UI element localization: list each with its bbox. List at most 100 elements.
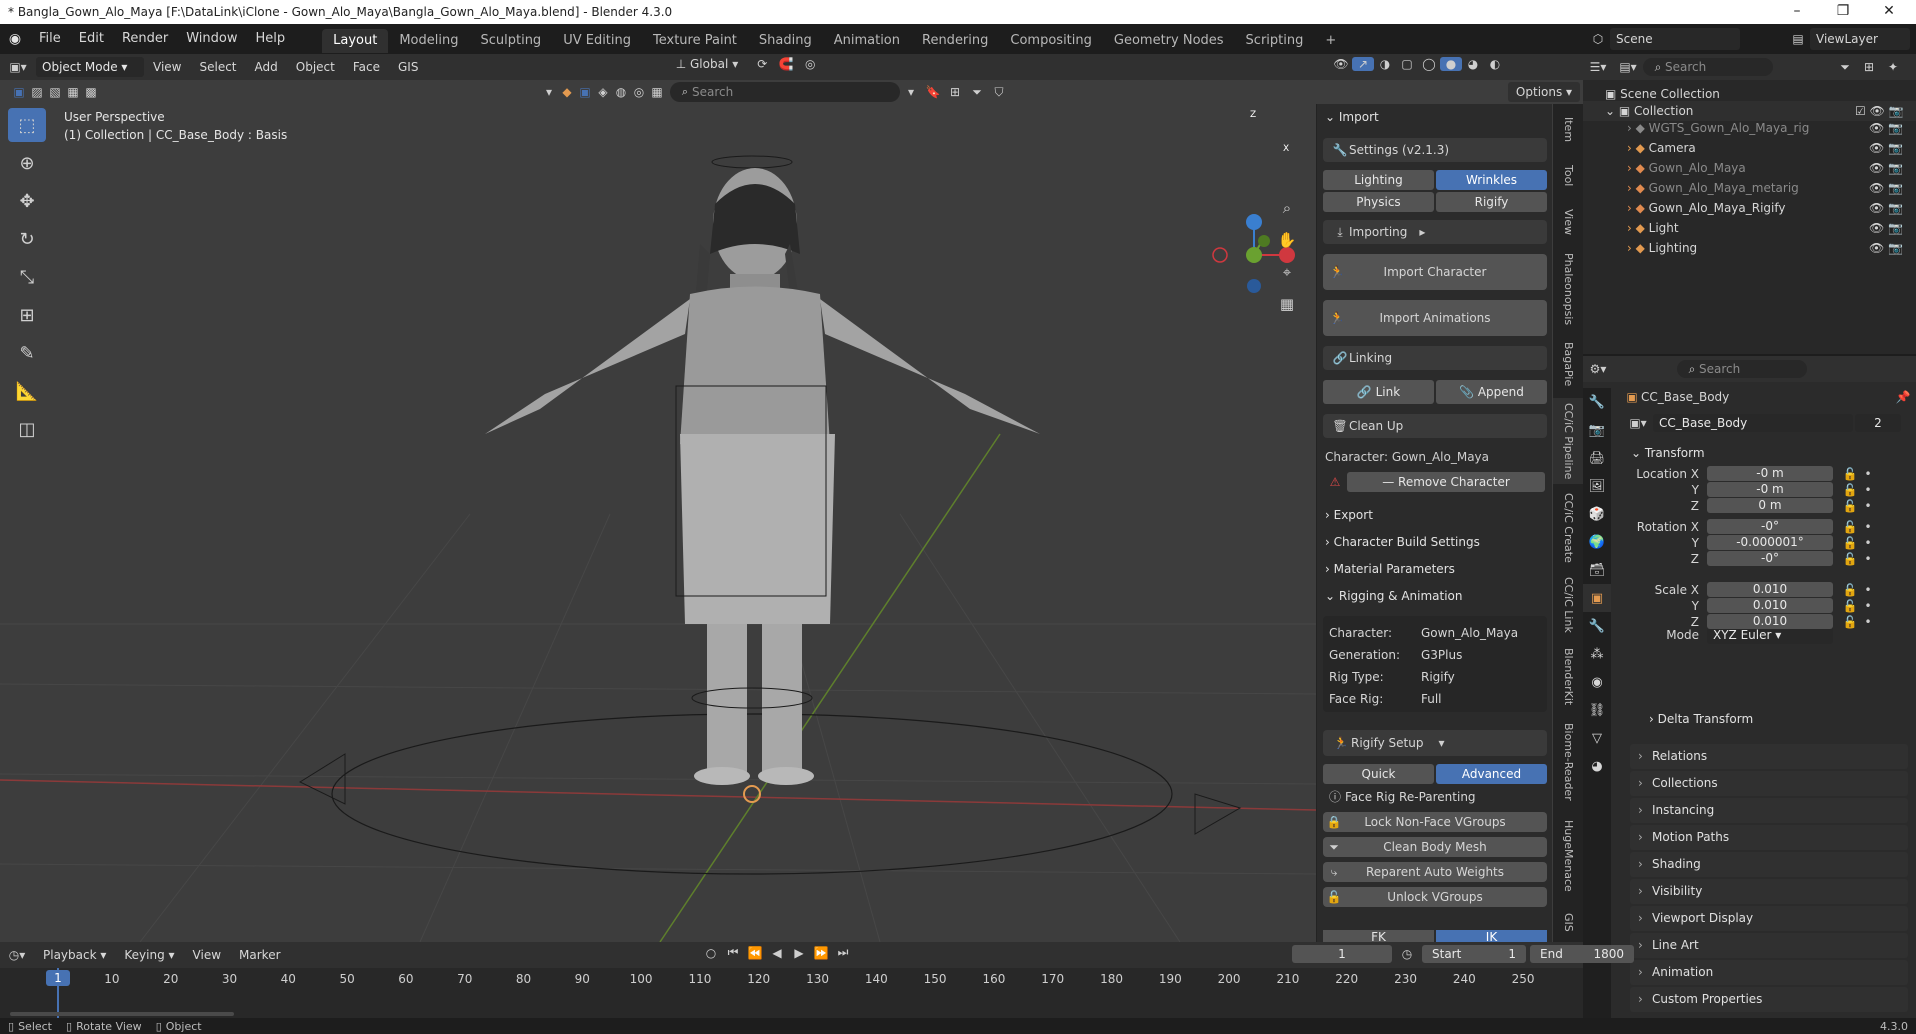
tab-scripting[interactable]: Scripting [1235, 29, 1315, 53]
select-intersect-icon[interactable]: ▩ [82, 85, 100, 99]
annotate-tool-icon[interactable]: ✎ [8, 336, 46, 370]
menu-window[interactable]: Window [177, 24, 246, 54]
editor-type-icon[interactable]: ▣▾ [0, 60, 36, 74]
visibility-toggle-icon[interactable]: 👁 📷 [1869, 118, 1903, 138]
outliner-item[interactable]: › ◆ Gown_Alo_Maya 👁 📷 [1583, 158, 1916, 178]
rigify-button[interactable]: Rigify [1436, 192, 1547, 212]
scene-field[interactable]: Scene [1610, 28, 1740, 50]
play-reverse-icon[interactable]: ◀ [766, 946, 788, 960]
end-frame-field[interactable]: End 1800 [1530, 945, 1634, 963]
tab-hugemenace[interactable]: HugeMenace [1553, 814, 1583, 898]
playhead-frame[interactable]: 1 [46, 970, 70, 986]
auto-key-icon[interactable]: ○ [700, 946, 722, 960]
overlay-icon[interactable]: ◑ [1374, 57, 1396, 71]
visibility-toggle-icon[interactable]: 👁 📷 [1869, 198, 1903, 218]
viewlayer-field[interactable]: ViewLayer [1810, 28, 1910, 50]
import-header[interactable]: ⌄ Import [1325, 106, 1379, 128]
world-tab-icon[interactable]: 🌍 [1583, 528, 1611, 556]
outliner-item[interactable]: › ◆ Gown_Alo_Maya_Rigify 👁 📷 [1583, 198, 1916, 218]
close-button[interactable]: ✕ [1866, 0, 1912, 24]
lock-icon[interactable]: 🔓 [1839, 583, 1861, 597]
xray-icon[interactable]: ▢ [1396, 57, 1418, 71]
tab-view[interactable]: View [1553, 202, 1583, 242]
pivot-icon[interactable]: ⟳ [750, 57, 774, 71]
unlock-vgroups-button[interactable]: 🔓 Unlock VGroups [1323, 887, 1547, 907]
timeline-scrubber[interactable]: 1102030405060708090100110120130140150160… [0, 968, 1583, 1018]
bookmark-icon[interactable]: 🔖 [922, 85, 944, 99]
camera-view-icon[interactable]: ⌖ [1268, 258, 1306, 286]
add-workspace-button[interactable]: + [1314, 29, 1347, 53]
select-icon[interactable]: ▣ [576, 85, 594, 99]
shield-icon[interactable]: ⛉ [988, 85, 1010, 100]
measure-tool-icon[interactable]: 📐 [8, 374, 46, 408]
pan-hand-icon[interactable]: ✋ [1268, 226, 1306, 254]
material-params-section[interactable]: › Material Parameters [1325, 558, 1455, 580]
rigging-animation-section[interactable]: ⌄ Rigging & Animation [1325, 585, 1463, 607]
timeline-editor-icon[interactable]: ◷▾ [0, 948, 34, 962]
append-button[interactable]: 📎 Append [1436, 380, 1547, 404]
tab-animation[interactable]: Animation [823, 29, 911, 53]
visibility-icon[interactable]: 👁 [1330, 57, 1352, 71]
clean-body-mesh-button[interactable]: ⏷ Clean Body Mesh [1323, 837, 1547, 857]
keyframe-dot-icon[interactable]: • [1861, 552, 1875, 566]
keyframe-dot-icon[interactable]: • [1861, 615, 1875, 629]
outliner-item[interactable]: › ◆ Lighting 👁 📷 [1583, 238, 1916, 258]
play-icon[interactable]: ▶ [788, 946, 810, 960]
lock-vgroups-button[interactable]: 🔒 Lock Non-Face VGroups [1323, 812, 1547, 832]
visibility-toggle-icon[interactable]: 👁 📷 [1869, 218, 1903, 238]
scale-field[interactable]: 0.010 [1707, 582, 1833, 597]
render-tab-icon[interactable]: 📷 [1583, 416, 1611, 444]
object-type-icon[interactable]: ◆ [558, 85, 576, 99]
tool-tab-icon[interactable]: 🔧 [1583, 388, 1611, 416]
jump-end-icon[interactable]: ⏭ [832, 945, 854, 960]
wireframe-shading-icon[interactable]: ◯ [1418, 57, 1440, 71]
properties-section[interactable]: Motion Paths [1630, 825, 1908, 850]
properties-section[interactable]: Custom Properties [1630, 987, 1908, 1012]
viewport-menu-view[interactable]: View [144, 54, 190, 80]
jump-start-icon[interactable]: ⏮ [722, 945, 744, 960]
visibility-toggle-icon[interactable]: 👁 📷 [1869, 178, 1903, 198]
tab-texture-paint[interactable]: Texture Paint [642, 29, 748, 53]
tab-blenderkit[interactable]: BlenderKit [1553, 644, 1583, 710]
link-button[interactable]: 🔗 Link [1323, 380, 1434, 404]
prev-keyframe-icon[interactable]: ⏪ [744, 946, 766, 960]
object-mode-dropdown[interactable]: Object Mode ▾ [36, 57, 144, 77]
outliner-item[interactable]: › ◆ WGTS_Gown_Alo_Maya_rig 👁 📷 [1583, 118, 1916, 138]
menu-edit[interactable]: Edit [70, 24, 113, 54]
outliner-item[interactable]: › ◆ Camera 👁 📷 [1583, 138, 1916, 158]
blender-logo-icon[interactable]: ◉ [0, 31, 30, 47]
viewport-menu-face[interactable]: Face [344, 54, 389, 80]
visibility-toggle-icon[interactable]: 👁 📷 [1869, 238, 1903, 258]
visibility-toggle-icon[interactable]: 👁 📷 [1869, 138, 1903, 158]
outliner-editor-icon[interactable]: ☰▾ [1583, 60, 1613, 74]
modifier-tab-icon[interactable]: 🔧 [1583, 612, 1611, 640]
viewport-search-field[interactable]: ⌕ Search [670, 82, 900, 102]
properties-editor-icon[interactable]: ⚙▾ [1583, 362, 1613, 376]
lighting-button[interactable]: Lighting [1323, 170, 1434, 190]
select-box-icon[interactable]: ▣ [10, 85, 28, 99]
cursor-tool-icon[interactable]: ⊕ [8, 146, 46, 180]
timeline-playback-menu[interactable]: Playback ▾ [34, 942, 115, 968]
timeline-keying-menu[interactable]: Keying ▾ [115, 942, 183, 968]
properties-section[interactable]: Animation [1630, 960, 1908, 985]
funnel-dropdown-icon[interactable]: ▾ [900, 85, 922, 99]
rigify-setup-row[interactable]: 🏃 Rigify Setup ▾ [1323, 730, 1547, 756]
location-field[interactable]: -0 m [1707, 482, 1833, 497]
tab-biome-reader[interactable]: Biome-Reader [1553, 716, 1583, 808]
proportional-edit-icon[interactable]: ◎ [798, 57, 822, 71]
properties-section[interactable]: Relations [1630, 744, 1908, 769]
lock-icon[interactable]: 🔓 [1839, 483, 1861, 497]
lock-icon[interactable]: 🔓 [1839, 467, 1861, 481]
settings-row[interactable]: 🔧 Settings (v2.1.3) [1323, 138, 1547, 162]
filter-icon[interactable]: ⏷ [966, 85, 988, 100]
filter-icon[interactable]: ⏷ [1833, 60, 1857, 75]
grid-icon[interactable]: ▦ [648, 85, 666, 99]
lock-icon[interactable]: 🔓 [1839, 599, 1861, 613]
lock-icon[interactable]: 🔓 [1839, 520, 1861, 534]
data-tab-icon[interactable]: ▽ [1583, 724, 1611, 752]
tab-shading[interactable]: Shading [748, 29, 823, 53]
display-mode-icon[interactable]: ▤▾ [1613, 60, 1643, 74]
view-settings-icon[interactable]: ⊞ [944, 85, 966, 99]
lock-icon[interactable]: 🔓 [1839, 536, 1861, 550]
location-field[interactable]: -0 m [1707, 466, 1833, 481]
